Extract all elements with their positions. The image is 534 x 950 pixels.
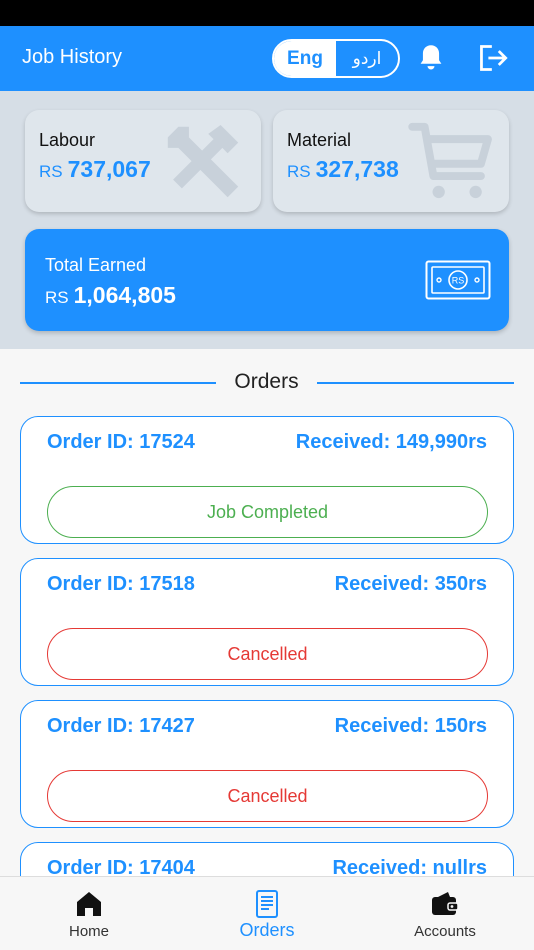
order-id: Order ID: 17524: [47, 431, 195, 453]
total-earned-label: Total Earned: [45, 255, 147, 275]
language-toggle[interactable]: Eng اردو: [272, 39, 400, 78]
order-card[interactable]: Order ID: 17524 Received: 149,990rs Job …: [20, 416, 514, 544]
labour-value: 737,067: [67, 156, 151, 182]
total-value: 1,064,805: [73, 282, 176, 308]
divider: [20, 382, 216, 384]
labour-amount: RS 737,067: [39, 156, 151, 183]
cash-icon: RS: [425, 260, 491, 300]
wallet-icon: [432, 892, 459, 915]
material-value: 327,738: [315, 156, 399, 182]
nav-label-home: Home: [68, 923, 109, 940]
divider: [317, 382, 514, 384]
material-card: Material RS 327,738: [273, 110, 509, 212]
order-received: Received: 150rs: [334, 715, 487, 737]
material-amount: RS 327,738: [287, 156, 399, 183]
orders-title: Orders: [234, 370, 299, 393]
home-icon: [77, 892, 101, 916]
app-bar: Job History Eng اردو: [0, 26, 534, 91]
status-badge[interactable]: Job Completed: [47, 486, 488, 538]
order-received: Received: 149,990rs: [295, 431, 487, 453]
bell-icon[interactable]: [417, 43, 445, 73]
nav-label-accounts: Accounts: [414, 923, 476, 940]
bottom-navigation: Home Orders Accounts: [0, 876, 534, 950]
total-earned-amount: RS 1,064,805: [45, 282, 176, 309]
status-bar: [0, 0, 534, 26]
earnings-summary: Labour RS 737,067 Material RS 327,738 Tota…: [0, 91, 534, 349]
status-badge[interactable]: Cancelled: [47, 628, 488, 680]
order-received: Received: 350rs: [334, 573, 487, 595]
total-earned-card: Total Earned RS 1,064,805 RS: [25, 229, 509, 331]
labour-currency: RS: [39, 162, 63, 181]
order-card[interactable]: Order ID: 17518 Received: 350rs Cancelle…: [20, 558, 514, 686]
labour-label: Labour: [39, 130, 96, 150]
labour-card: Labour RS 737,067: [25, 110, 261, 212]
orders-section-header: Orders: [20, 368, 514, 398]
svg-text:RS: RS: [452, 276, 465, 286]
cart-icon: [408, 122, 492, 199]
total-currency: RS: [45, 288, 69, 307]
order-card[interactable]: Order ID: 17427 Received: 150rs Cancelle…: [20, 700, 514, 828]
status-badge[interactable]: Cancelled: [47, 770, 488, 822]
page-title: Job History: [22, 46, 123, 68]
nav-item-accounts[interactable]: Accounts: [356, 877, 534, 950]
tools-icon: [167, 125, 239, 198]
material-currency: RS: [287, 162, 311, 181]
order-id: Order ID: 17427: [47, 715, 195, 737]
nav-item-orders[interactable]: Orders: [178, 877, 356, 950]
nav-item-home[interactable]: Home: [0, 877, 178, 950]
logout-icon[interactable]: [478, 44, 508, 72]
lang-option-english[interactable]: Eng: [274, 41, 336, 76]
order-id: Order ID: 17518: [47, 573, 195, 595]
receipt-icon: [256, 890, 278, 918]
lang-option-urdu[interactable]: اردو: [336, 41, 398, 76]
material-label: Material: [287, 130, 352, 150]
nav-label-orders: Orders: [239, 920, 295, 940]
